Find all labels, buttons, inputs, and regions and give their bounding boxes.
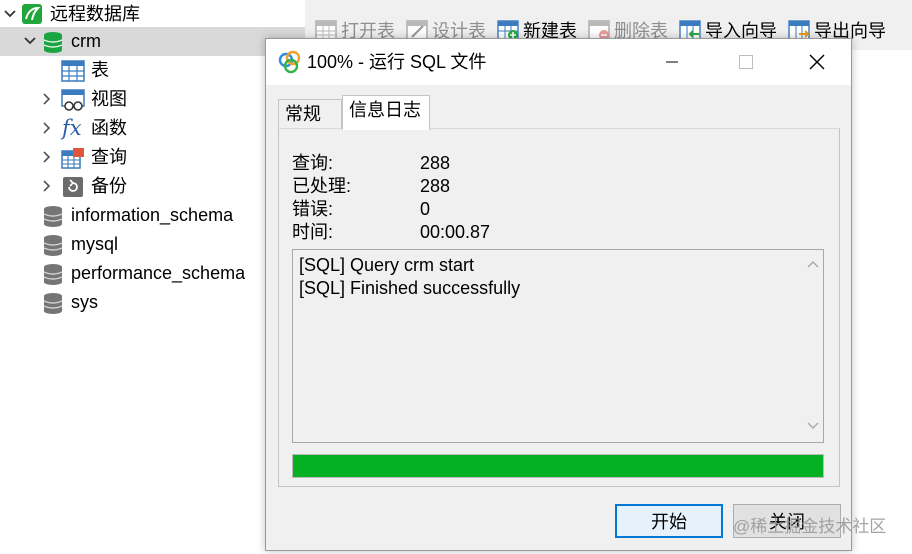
start-button[interactable]: 开始 <box>615 504 723 538</box>
tab-message-log[interactable]: 信息日志 <box>342 95 430 130</box>
tree-db-crm[interactable]: crm <box>0 27 305 56</box>
tree-item-label: 视图 <box>91 89 127 109</box>
tree-db-mysql[interactable]: mysql <box>0 230 305 259</box>
tree-db-information-schema[interactable]: information_schema <box>0 201 305 230</box>
tree-db-label: mysql <box>71 234 119 254</box>
table-icon <box>61 60 85 82</box>
chevron-right-icon[interactable] <box>39 178 55 194</box>
dialog-titlebar[interactable]: 100% - 运行 SQL 文件 <box>266 39 851 85</box>
database-icon <box>42 31 64 53</box>
close-icon <box>809 54 825 70</box>
log-textarea[interactable]: [SQL] Query crm start [SQL] Finished suc… <box>292 249 824 443</box>
navicat-app-icon <box>278 50 302 79</box>
tree-item-functions[interactable]: fx 函数 <box>0 114 305 143</box>
view-icon <box>61 89 85 111</box>
log-line: [SQL] Query crm start <box>299 255 475 275</box>
stat-value: 0 <box>420 199 431 219</box>
tree-item-backups[interactable]: 备份 <box>0 172 305 201</box>
tree-item-queries[interactable]: 查询 <box>0 143 305 172</box>
tree-db-performance-schema[interactable]: performance_schema <box>0 259 305 288</box>
tree-item-tables[interactable]: 表 <box>0 56 305 85</box>
watermark: @稀土掘金技术社区 <box>733 517 887 536</box>
chevron-down-icon[interactable] <box>22 33 38 49</box>
chevron-down-icon[interactable] <box>2 6 18 22</box>
tree-db-label: information_schema <box>71 205 234 225</box>
stat-value: 288 <box>420 153 451 173</box>
backup-icon <box>62 176 84 198</box>
tree-item-label: 函数 <box>91 118 127 138</box>
scroll-down-arrow-icon[interactable] <box>807 418 819 436</box>
tree-item-label: 备份 <box>91 176 127 196</box>
message-log-panel: 查询: 288 已处理: 288 错误: 0 时间: 00:00.87 [SQL… <box>278 128 840 487</box>
minimize-button[interactable] <box>649 39 695 85</box>
dialog-title: 100% - 运行 SQL 文件 <box>307 52 487 72</box>
query-icon <box>61 147 84 169</box>
chevron-right-icon[interactable] <box>39 149 55 165</box>
tree-db-label: performance_schema <box>71 263 246 283</box>
stat-value: 288 <box>420 176 451 196</box>
navigation-tree: 远程数据库 crm 表 视图 fx 函数 查询 备份 information_s… <box>0 0 305 554</box>
tree-item-label: 查询 <box>91 147 127 167</box>
database-icon <box>42 292 64 314</box>
maximize-button[interactable] <box>723 39 769 85</box>
stat-label: 查询: <box>292 153 334 173</box>
stat-value: 00:00.87 <box>420 222 491 242</box>
database-icon <box>42 205 64 227</box>
start-button-label: 开始 <box>651 512 687 532</box>
tree-connection-label: 远程数据库 <box>50 4 140 24</box>
tree-db-sys[interactable]: sys <box>0 288 305 317</box>
stat-label: 已处理: <box>292 176 352 196</box>
scroll-up-arrow-icon[interactable] <box>807 256 819 274</box>
stat-label: 错误: <box>292 199 334 219</box>
tree-db-label: crm <box>71 31 101 51</box>
function-icon: fx <box>62 116 82 140</box>
database-icon <box>42 263 64 285</box>
log-line: [SQL] Finished successfully <box>299 278 521 298</box>
run-sql-file-dialog: 100% - 运行 SQL 文件 常规 信息日志 查询: 288 已处理: 28… <box>265 38 852 551</box>
connection-icon <box>21 3 43 25</box>
tree-connection[interactable]: 远程数据库 <box>0 0 305 29</box>
minimize-icon <box>666 61 678 63</box>
tab-general[interactable]: 常规 <box>278 99 342 129</box>
chevron-right-icon[interactable] <box>39 120 55 136</box>
tree-item-views[interactable]: 视图 <box>0 85 305 114</box>
tree-item-label: 表 <box>91 60 109 80</box>
tab-general-label: 常规 <box>285 104 321 124</box>
close-window-button[interactable] <box>794 39 840 85</box>
tab-message-log-label: 信息日志 <box>349 100 421 120</box>
stat-label: 时间: <box>292 222 334 242</box>
progress-bar <box>292 454 824 478</box>
database-icon <box>42 234 64 256</box>
chevron-right-icon[interactable] <box>39 91 55 107</box>
maximize-icon <box>739 55 753 69</box>
progress-bar-fill <box>293 455 823 477</box>
tree-db-label: sys <box>71 292 98 312</box>
